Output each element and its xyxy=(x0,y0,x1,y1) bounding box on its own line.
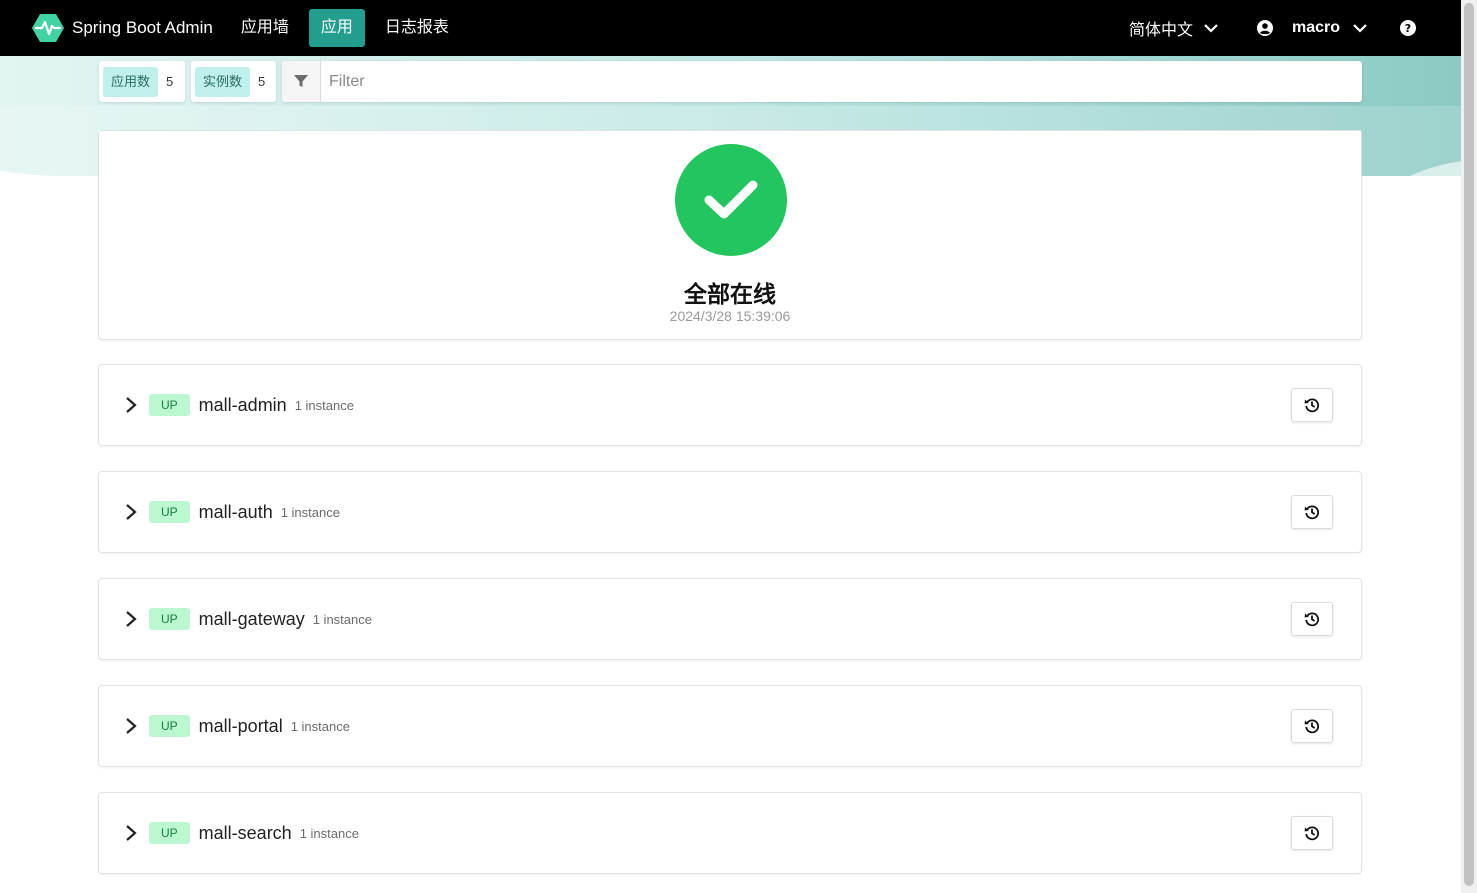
nav-item-app-wall[interactable]: 应用墙 xyxy=(229,9,301,47)
filter-input[interactable] xyxy=(329,72,1229,91)
history-button[interactable] xyxy=(1291,816,1333,850)
instance-count: 1 instance xyxy=(299,825,359,841)
status-summary-card: 全部在线 2024/3/28 15:39:06 xyxy=(98,130,1362,340)
chevron-right-icon[interactable] xyxy=(125,610,139,628)
history-button[interactable] xyxy=(1291,388,1333,422)
language-selector[interactable]: 简体中文 xyxy=(1129,16,1219,40)
status-indicator xyxy=(675,144,787,256)
application-row[interactable]: UP mall-portal 1 instance xyxy=(98,685,1362,767)
user-circle-icon xyxy=(1256,20,1273,36)
application-row[interactable]: UP mall-auth 1 instance xyxy=(98,471,1362,553)
history-icon xyxy=(1304,826,1320,841)
question-circle-icon: ? xyxy=(1400,20,1416,36)
history-icon xyxy=(1304,398,1320,413)
check-icon xyxy=(704,180,758,219)
top-navbar: Spring Boot Admin 应用墙 应用 日志报表 简体中文 macro… xyxy=(0,0,1461,56)
instance-count: 1 instance xyxy=(280,504,340,520)
application-name: mall-portal xyxy=(198,715,283,736)
filter-button[interactable] xyxy=(282,61,321,102)
instance-count: 1 instance xyxy=(294,397,354,413)
application-name: mall-admin xyxy=(198,394,287,415)
instances-count-label: 实例数 xyxy=(195,66,251,97)
application-name: mall-search xyxy=(198,822,292,843)
application-row[interactable]: UP mall-admin 1 instance xyxy=(98,364,1362,446)
nav-item-log-report[interactable]: 日志报表 xyxy=(373,9,461,47)
status-badge: UP xyxy=(149,501,190,523)
heartbeat-logo-icon xyxy=(32,14,64,42)
status-badge: UP xyxy=(149,394,190,416)
application-name: mall-auth xyxy=(198,501,273,522)
instances-count-value: 5 xyxy=(258,74,266,89)
filter-icon xyxy=(294,75,308,87)
chevron-right-icon[interactable] xyxy=(125,824,139,842)
username: macro xyxy=(1291,19,1340,36)
user-menu[interactable]: macro xyxy=(1256,19,1368,37)
applications-count-pill: 应用数 5 xyxy=(99,61,185,102)
instances-count-pill: 实例数 5 xyxy=(191,61,276,102)
status-badge: UP xyxy=(149,822,190,844)
history-icon xyxy=(1304,505,1320,520)
status-badge: UP xyxy=(149,715,190,737)
svg-text:?: ? xyxy=(1405,22,1411,35)
status-timestamp: 2024/3/28 15:39:06 xyxy=(669,308,791,324)
application-row[interactable]: UP mall-gateway 1 instance xyxy=(98,578,1362,660)
history-button[interactable] xyxy=(1291,709,1333,743)
status-title: 全部在线 xyxy=(684,281,776,307)
brand-title: Spring Boot Admin xyxy=(72,18,213,37)
history-icon xyxy=(1304,612,1320,627)
chevron-down-icon xyxy=(1353,24,1367,33)
instance-count: 1 instance xyxy=(290,718,350,734)
filter-bar xyxy=(282,61,1362,102)
chevron-down-icon xyxy=(1204,24,1218,33)
nav-item-applications[interactable]: 应用 xyxy=(308,9,365,47)
language-label: 简体中文 xyxy=(1128,22,1193,39)
status-badge: UP xyxy=(149,608,190,630)
history-icon xyxy=(1304,719,1320,734)
instance-count: 1 instance xyxy=(312,611,372,627)
applications-count-label: 应用数 xyxy=(103,66,159,97)
scrollbar-thumb[interactable] xyxy=(1464,3,1474,886)
history-button[interactable] xyxy=(1291,495,1333,529)
history-button[interactable] xyxy=(1291,602,1333,636)
application-name: mall-gateway xyxy=(198,608,305,629)
application-row[interactable]: UP mall-search 1 instance xyxy=(98,792,1362,874)
chevron-right-icon[interactable] xyxy=(125,503,139,521)
help-button[interactable]: ? xyxy=(1400,20,1416,36)
applications-count-value: 5 xyxy=(166,74,174,89)
chevron-right-icon[interactable] xyxy=(125,396,139,414)
brand[interactable]: Spring Boot Admin xyxy=(32,0,213,56)
vertical-scrollbar[interactable] xyxy=(1461,0,1477,893)
chevron-right-icon[interactable] xyxy=(125,717,139,735)
